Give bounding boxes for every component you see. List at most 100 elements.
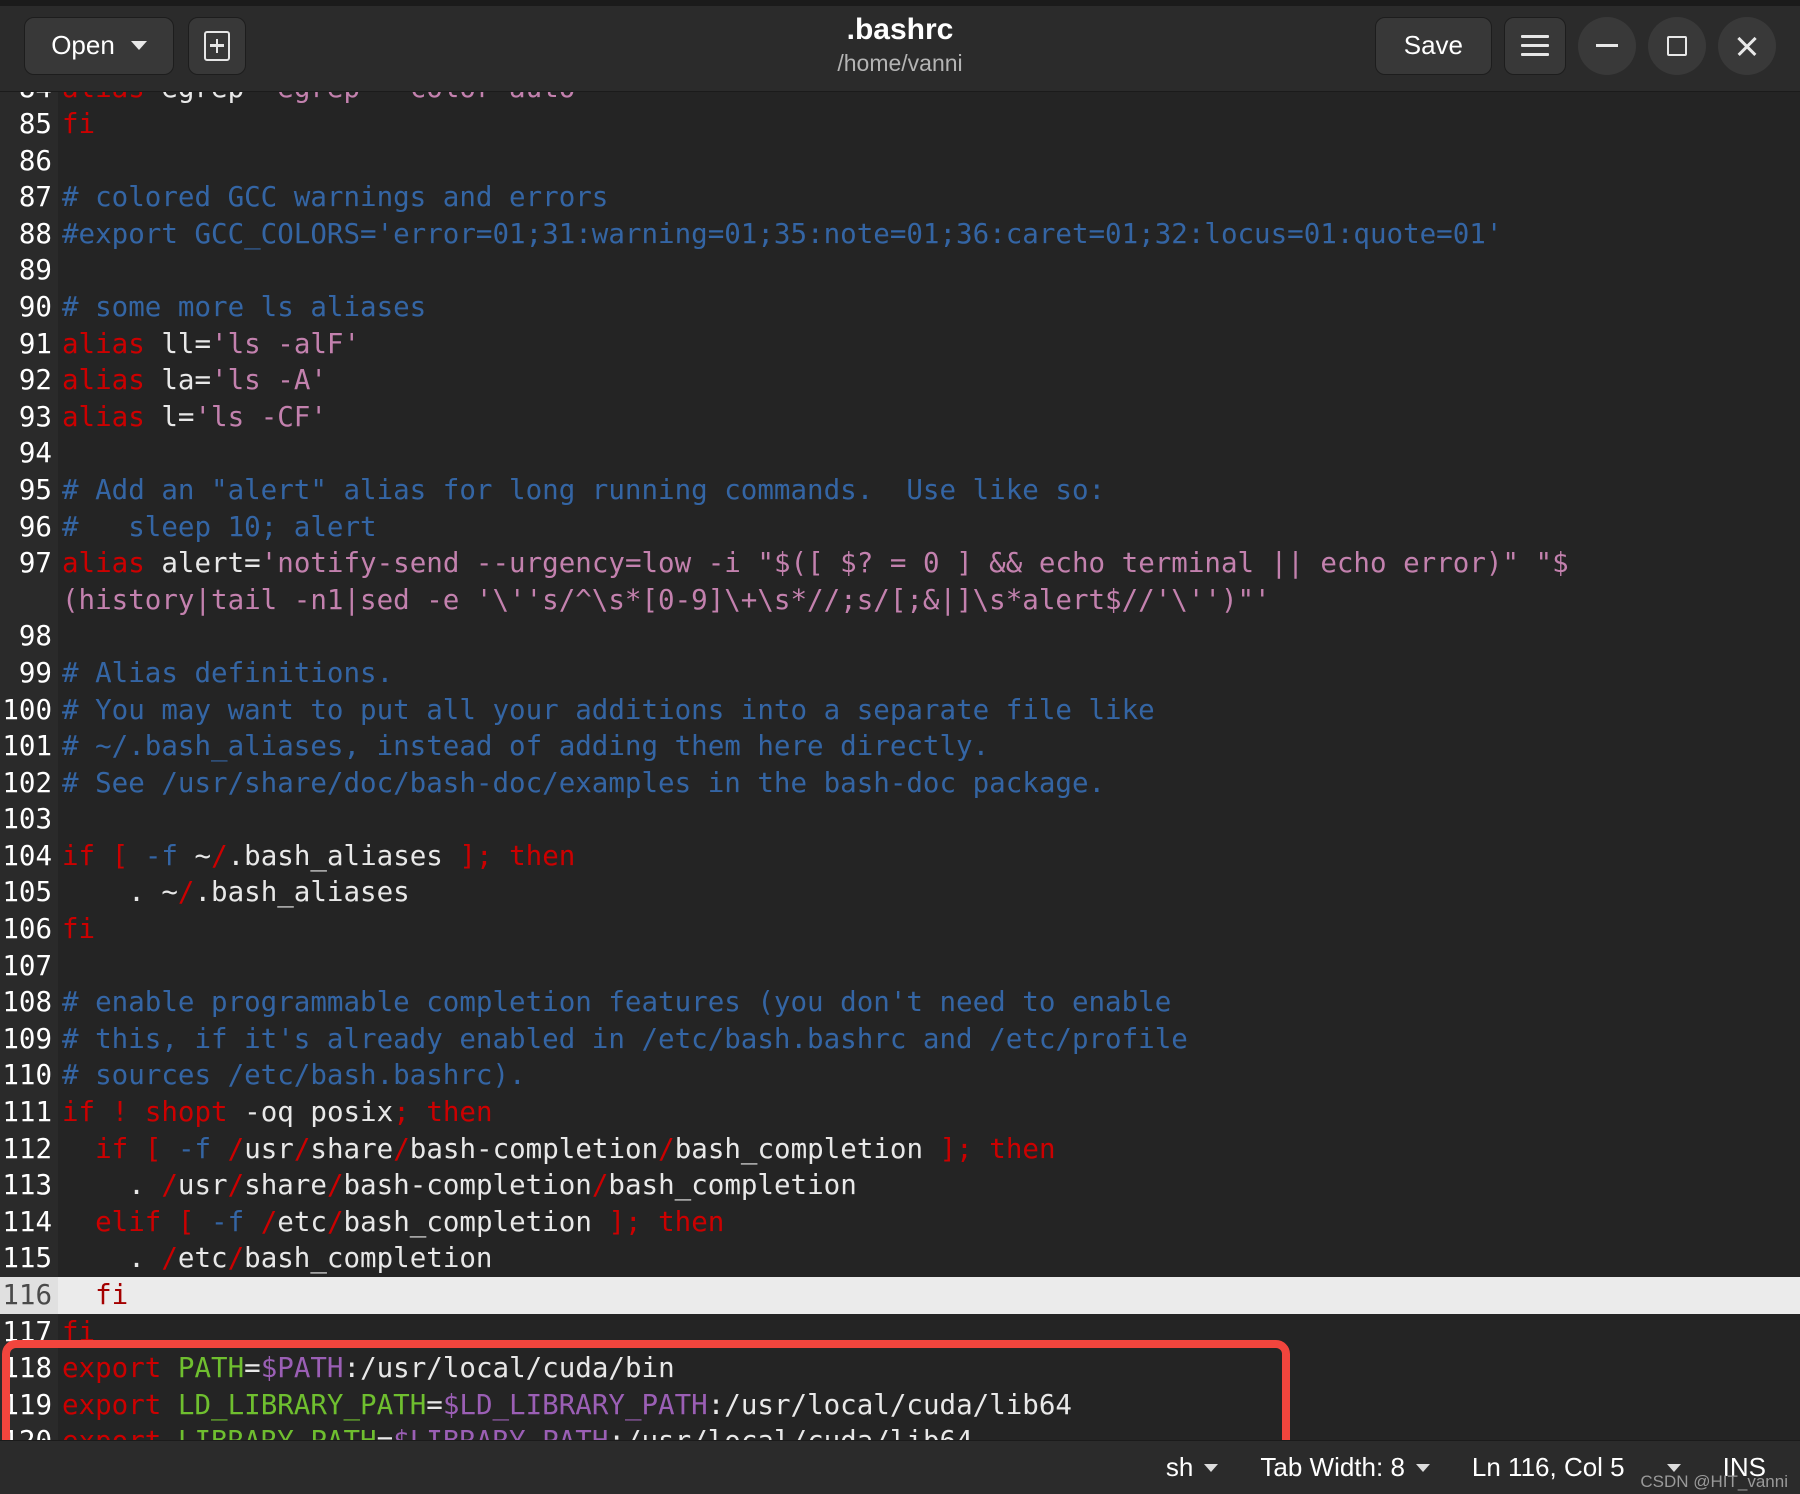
code-line[interactable]: 103 — [0, 801, 1800, 838]
open-button-label: Open — [51, 30, 115, 60]
code-line-text: if [ -f ~/.bash_aliases ]; then — [62, 839, 576, 872]
code-line[interactable]: 87 # colored GCC warnings and errors — [0, 179, 1800, 216]
code-line-text: . /etc/bash_completion — [62, 1242, 493, 1275]
code-line[interactable]: 116 fi — [0, 1277, 1800, 1314]
code-line[interactable]: 91 alias ll='ls -alF' — [0, 325, 1800, 363]
code-line-text: # this, if it's already enabled in /etc/… — [62, 1022, 1188, 1055]
code-line[interactable]: 101 # ~/.bash_aliases, instead of adding … — [0, 728, 1800, 765]
code-line[interactable]: 106 fi — [0, 911, 1800, 948]
code-line[interactable]: 100 # You may want to put all your additi… — [0, 691, 1800, 729]
line-number: 93 — [0, 398, 58, 436]
line-number: 110 — [0, 1057, 58, 1095]
code-line-text: # ~/.bash_aliases, instead of adding the… — [62, 730, 990, 763]
save-button-label: Save — [1403, 30, 1463, 60]
line-number: 97 — [0, 545, 58, 619]
line-number: 101 — [0, 728, 58, 765]
code-line-text: alias la='ls -A' — [62, 364, 327, 397]
code-line[interactable]: 112 if [ -f /usr/share/bash-completion/b… — [0, 1130, 1800, 1168]
line-number: 91 — [0, 325, 58, 363]
code-line[interactable]: 89 — [0, 252, 1800, 289]
code-line[interactable]: 93 alias l='ls -CF' — [0, 398, 1800, 436]
code-line[interactable]: 97 alias alert='notify-send --urgency=low… — [0, 545, 1800, 619]
code-line-text: export LD_LIBRARY_PATH=$LD_LIBRARY_PATH:… — [62, 1388, 1072, 1421]
line-number: 85 — [0, 106, 58, 143]
insert-mode-indicator: INS — [1723, 1452, 1766, 1483]
code-line-text: # sleep 10; alert — [62, 510, 377, 543]
code-line[interactable]: 113 . /usr/share/bash-completion/bash_co… — [0, 1167, 1800, 1204]
overflow-menu[interactable] — [1666, 1463, 1681, 1472]
code-line-text: # some more ls aliases — [62, 290, 427, 323]
code-line[interactable]: 115 . /etc/bash_completion — [0, 1240, 1800, 1277]
code-line-text: . ~/.bash_aliases — [62, 876, 410, 909]
language-label: sh — [1165, 1452, 1194, 1482]
page-title: .bashrc — [846, 13, 954, 47]
minimize-button[interactable] — [1578, 16, 1636, 75]
code-line-text: # See /usr/share/doc/bash-doc/examples i… — [62, 766, 1106, 799]
language-selector[interactable]: sh — [1165, 1452, 1219, 1483]
code-line-text: # Add an "alert" alias for long running … — [62, 473, 1106, 506]
code-line-text: alias l='ls -CF' — [62, 400, 327, 433]
text-editor-area[interactable]: 84alias egrep='egrep --color=auto'85fi86… — [0, 92, 1800, 1440]
code-line[interactable]: 102 # See /usr/share/doc/bash-doc/example… — [0, 764, 1800, 802]
line-number: 105 — [0, 874, 58, 912]
line-number: 114 — [0, 1203, 58, 1241]
code-line[interactable]: 95 # Add an "alert" alias for long runnin… — [0, 471, 1800, 509]
maximize-button[interactable] — [1648, 16, 1706, 75]
code-line[interactable]: 99 # Alias definitions. — [0, 654, 1800, 692]
gedit-window: Open .bashrc /home/vanni Save 85 fi 86 8… — [0, 0, 1800, 1494]
code-line-text: fi — [62, 1315, 96, 1348]
line-number: 89 — [0, 252, 58, 289]
header-left-controls: Open — [24, 16, 246, 75]
code-line-text: alias alert='notify-send --urgency=low -… — [62, 547, 1569, 616]
open-button[interactable]: Open — [24, 16, 174, 75]
window-top-edge — [0, 0, 1800, 6]
line-number: 92 — [0, 362, 58, 399]
code-line[interactable]: 85 fi — [0, 106, 1800, 143]
code-line[interactable]: 118 export PATH=$PATH:/usr/local/cuda/bin — [0, 1350, 1800, 1387]
line-number: 87 — [0, 179, 58, 216]
new-document-button[interactable] — [188, 16, 246, 75]
chevron-down-icon — [1666, 1463, 1681, 1472]
code-line[interactable]: 111 if ! shopt -oq posix; then — [0, 1094, 1800, 1131]
close-icon — [1735, 34, 1759, 58]
code-line[interactable]: 114 elif [ -f /etc/bash_completion ]; th… — [0, 1203, 1800, 1241]
line-number: 116 — [0, 1277, 58, 1314]
code-line[interactable]: 90 # some more ls aliases — [0, 288, 1800, 326]
line-number: 107 — [0, 947, 58, 985]
code-line[interactable]: 98 — [0, 618, 1800, 655]
code-line[interactable]: 88 #export GCC_COLORS='error=01;31:warnin… — [0, 215, 1800, 253]
code-line[interactable]: 117 fi — [0, 1313, 1800, 1351]
code-line[interactable]: 119 export LD_LIBRARY_PATH=$LD_LIBRARY_PA… — [0, 1386, 1800, 1424]
close-button[interactable] — [1718, 16, 1776, 75]
code-line[interactable]: 94 — [0, 435, 1800, 472]
code-line[interactable]: 110 # sources /etc/bash.bashrc). — [0, 1057, 1800, 1095]
code-line[interactable]: 120export LIBRARY_PATH=$LIBRARY_PATH:/us… — [0, 1423, 1800, 1440]
code-line-text: if ! shopt -oq posix; then — [62, 1096, 493, 1129]
line-number: 100 — [0, 691, 58, 729]
new-document-icon — [204, 30, 230, 61]
code-line[interactable]: 109 # this, if it's already enabled in /e… — [0, 1020, 1800, 1058]
code-content[interactable]: 84alias egrep='egrep --color=auto'85fi86… — [0, 92, 1800, 1440]
code-line[interactable]: 105 . ~/.bash_aliases — [0, 874, 1800, 912]
code-line-text: if [ -f /usr/share/bash-completion/bash_… — [95, 1132, 1056, 1165]
code-line-text: # sources /etc/bash.bashrc). — [62, 1059, 526, 1092]
line-number: 106 — [0, 911, 58, 948]
code-line[interactable]: 96 # sleep 10; alert — [0, 508, 1800, 546]
code-line[interactable]: 107 — [0, 947, 1800, 985]
line-number: 109 — [0, 1020, 58, 1058]
line-number: 117 — [0, 1313, 58, 1351]
code-line[interactable]: 86 — [0, 142, 1800, 180]
code-line-text: export PATH=$PATH:/usr/local/cuda/bin — [62, 1352, 675, 1385]
code-line[interactable]: 92 alias la='ls -A' — [0, 362, 1800, 399]
code-line[interactable]: 104 if [ -f ~/.bash_aliases ]; then — [0, 837, 1800, 875]
chevron-down-icon — [1204, 1463, 1219, 1472]
code-line[interactable]: 108 # enable programmable completion feat… — [0, 984, 1800, 1021]
chevron-down-icon — [1415, 1463, 1430, 1472]
main-menu-button[interactable] — [1504, 16, 1566, 75]
tab-width-selector[interactable]: Tab Width: 8 — [1260, 1452, 1430, 1483]
save-button[interactable]: Save — [1374, 16, 1492, 75]
